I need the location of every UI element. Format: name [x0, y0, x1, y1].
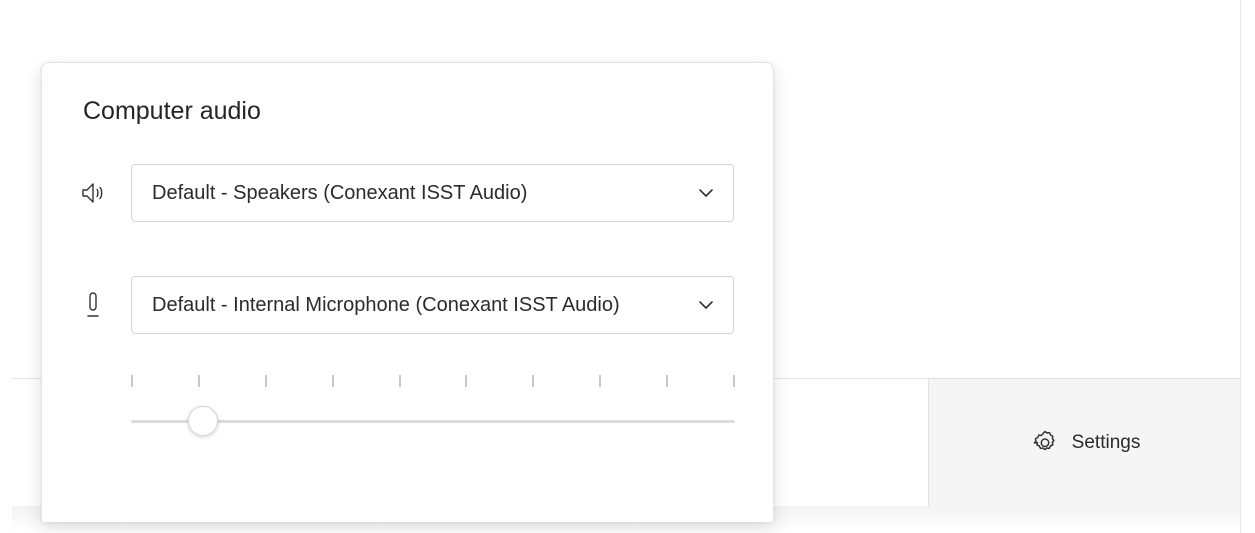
slider-thumb[interactable]	[188, 406, 218, 436]
speaker-row: Default - Speakers (Conexant ISST Audio)	[79, 164, 739, 224]
popover-title: Computer audio	[83, 97, 261, 125]
speaker-select-value: Default - Speakers (Conexant ISST Audio)	[152, 181, 528, 204]
slider-tick	[332, 375, 334, 387]
microphone-select[interactable]: Default - Internal Microphone (Conexant …	[131, 276, 734, 334]
meeting-page: Settings Computer audio Default - Speake…	[0, 0, 1255, 533]
chevron-down-icon	[699, 301, 713, 309]
slider-tick	[465, 375, 467, 387]
settings-button[interactable]: Settings	[928, 378, 1241, 508]
slider-tick	[265, 375, 267, 387]
microphone-select-value: Default - Internal Microphone (Conexant …	[152, 293, 620, 316]
chevron-down-icon	[699, 189, 713, 197]
slider-track[interactable]	[131, 420, 735, 423]
settings-label: Settings	[1071, 432, 1141, 453]
right-divider	[1240, 0, 1241, 533]
slider-tick	[599, 375, 601, 387]
speaker-select[interactable]: Default - Speakers (Conexant ISST Audio)	[131, 164, 734, 222]
slider-tick	[399, 375, 401, 387]
slider-tick	[198, 375, 200, 387]
slider-tick	[532, 375, 534, 387]
microphone-level-slider[interactable]	[131, 371, 735, 441]
slider-tick	[131, 375, 133, 387]
speaker-icon	[82, 183, 103, 203]
gear-icon	[1033, 430, 1055, 451]
slider-tick	[666, 375, 668, 387]
computer-audio-popover: Computer audio Default - Speakers (Conex…	[41, 62, 774, 522]
microphone-icon	[87, 292, 99, 317]
slider-tick	[733, 375, 735, 387]
microphone-row: Default - Internal Microphone (Conexant …	[79, 276, 739, 336]
